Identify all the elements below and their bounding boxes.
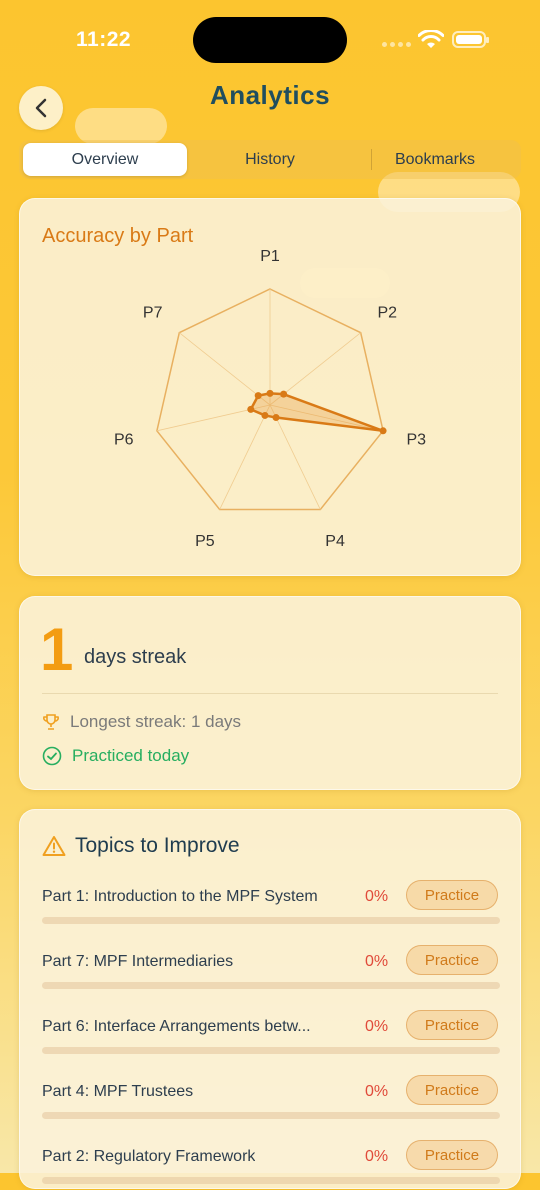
radar-area [249, 392, 385, 433]
streak-card: 1 days streak Longest streak: 1 days Pra… [19, 596, 521, 790]
wifi-icon [418, 30, 444, 48]
trophy-icon [43, 714, 59, 730]
list-item: Part 1: Introduction to the MPF System 0… [42, 880, 500, 930]
radar-point-p2 [280, 390, 288, 398]
radar-point-p7 [254, 392, 262, 400]
progress-bar [42, 1112, 500, 1119]
progress-bar [42, 982, 500, 989]
topic-percent: 0% [365, 1083, 389, 1100]
battery-icon [452, 31, 489, 48]
progress-bar [42, 1177, 500, 1184]
topic-percent: 0% [365, 953, 389, 970]
axis-label-p2: P2 [377, 304, 397, 321]
radar-point-p3 [379, 427, 387, 435]
streak-label: days streak [84, 646, 187, 668]
tab-label: Overview [71, 150, 139, 168]
topic-name: Part 2: Regulatory Framework [42, 1148, 256, 1165]
list-item: Part 6: Interface Arrangements betw... 0… [42, 1010, 500, 1060]
practice-button[interactable]: Practice [406, 1010, 498, 1040]
cloud-decoration [300, 268, 390, 298]
radar-chart: P1 P2 P3 P4 P5 P6 P7 [114, 248, 426, 550]
practice-button[interactable]: Practice [406, 1140, 498, 1170]
streak-count: 1 [40, 616, 74, 683]
topic-percent: 0% [365, 1018, 389, 1035]
topics-card: Topics to Improve Part 1: Introduction t… [19, 809, 521, 1189]
tab-label: History [245, 150, 295, 168]
check-circle-icon [42, 746, 62, 766]
page-title: Analytics [209, 80, 331, 110]
list-item: Part 7: MPF Intermediaries 0% Practice [42, 945, 500, 995]
practice-button[interactable]: Practice [406, 1075, 498, 1105]
radar-point-p5 [261, 411, 269, 419]
practice-button[interactable]: Practice [406, 880, 498, 910]
practiced-today-text: Practiced today [72, 746, 190, 765]
warning-icon [42, 836, 66, 856]
tab-overview[interactable]: Overview [23, 143, 187, 176]
practiced-today-row: Practiced today [42, 746, 189, 766]
cellular-signal-icon [382, 42, 412, 48]
axis-label-p3: P3 [406, 431, 426, 448]
longest-streak-row: Longest streak: 1 days [42, 712, 241, 732]
list-item: Part 4: MPF Trustees 0% Practice [42, 1075, 500, 1125]
cloud-decoration [75, 108, 167, 144]
accuracy-card: Accuracy by Part P1 P2 P3 P4 P5 P6 P7 [19, 198, 521, 576]
radar-point-p4 [272, 414, 280, 422]
tab-history[interactable]: History [188, 143, 352, 176]
practice-button[interactable]: Practice [406, 945, 498, 975]
topics-title: Topics to Improve [75, 834, 240, 857]
status-bar: 11:22 [0, 0, 540, 80]
divider [42, 693, 498, 694]
topic-name: Part 1: Introduction to the MPF System [42, 888, 318, 905]
status-time: 11:22 [76, 28, 132, 51]
longest-streak-text: Longest streak: 1 days [70, 712, 242, 731]
progress-bar [42, 1047, 500, 1054]
radar-point-p1 [266, 389, 274, 397]
axis-label-p7: P7 [143, 304, 163, 321]
dynamic-island [193, 17, 347, 63]
topic-name: Part 4: MPF Trustees [42, 1083, 194, 1100]
topic-name: Part 7: MPF Intermediaries [42, 953, 234, 970]
segmented-tabs: Overview History Bookmarks [19, 140, 521, 179]
topics-header: Topics to Improve [42, 834, 240, 858]
axis-label-p6: P6 [114, 431, 134, 448]
radar-point-p6 [247, 405, 255, 413]
progress-bar [42, 917, 500, 924]
axis-label-p5: P5 [195, 533, 215, 550]
topic-percent: 0% [365, 1148, 389, 1165]
tab-bookmarks[interactable]: Bookmarks [353, 143, 517, 176]
radar-spoke [219, 404, 271, 510]
topic-name: Part 6: Interface Arrangements betw... [42, 1018, 311, 1035]
axis-label-p4: P4 [325, 533, 345, 550]
list-item: Part 2: Regulatory Framework 0% Practice [42, 1140, 500, 1190]
axis-label-p1: P1 [260, 248, 280, 265]
tab-label: Bookmarks [394, 150, 476, 168]
topic-percent: 0% [365, 888, 389, 905]
